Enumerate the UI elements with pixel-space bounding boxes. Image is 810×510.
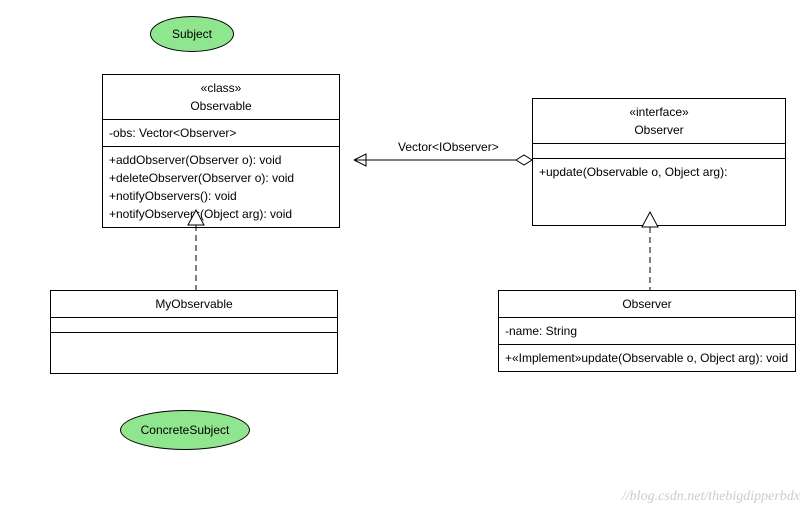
class-observer-concrete: Observer -name: String +«Implement»updat…: [498, 290, 796, 372]
observable-attr-0: -obs: Vector<Observer>: [109, 124, 333, 142]
observable-stereotype: «class»: [109, 79, 333, 97]
note-subject: Subject: [150, 16, 234, 52]
observable-op-2: +notifyObservers(): void: [109, 187, 333, 205]
note-concrete-subject-label: ConcreteSubject: [141, 423, 230, 437]
observable-op-0: +addObserver(Observer o): void: [109, 151, 333, 169]
observable-name: Observable: [109, 97, 333, 115]
observable-op-3: +notifyObservers(Object arg): void: [109, 205, 333, 223]
myobservable-name: MyObservable: [57, 295, 331, 313]
observable-op-1: +deleteObserver(Observer o): void: [109, 169, 333, 187]
watermark: //blog.csdn.net/thebigdipperbdx: [622, 489, 800, 505]
observer-interface-stereotype: «interface»: [539, 103, 779, 121]
observer-interface-op-0: +update(Observable o, Object arg):: [539, 163, 779, 181]
note-subject-label: Subject: [172, 27, 212, 41]
observer-interface-name: Observer: [539, 121, 779, 139]
association-label: Vector<IObserver>: [398, 140, 499, 154]
observer-concrete-attr-0: -name: String: [505, 322, 789, 340]
observer-concrete-op-0: +«Implement»update(Observable o, Object …: [505, 349, 789, 367]
class-myobservable: MyObservable: [50, 290, 338, 374]
interface-observer: «interface» Observer +update(Observable …: [532, 98, 786, 226]
note-concrete-subject: ConcreteSubject: [120, 410, 250, 450]
class-observable: «class» Observable -obs: Vector<Observer…: [102, 74, 340, 228]
observer-concrete-name: Observer: [505, 295, 789, 313]
